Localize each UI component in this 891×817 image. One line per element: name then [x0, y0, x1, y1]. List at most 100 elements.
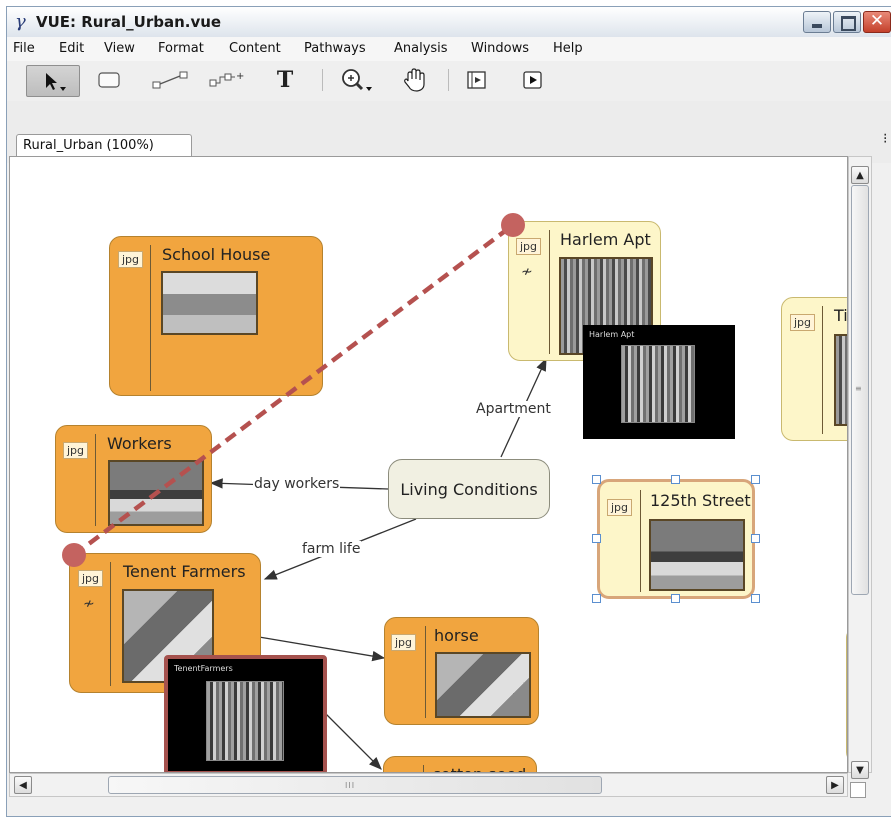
preview-label: Harlem Apt — [589, 330, 635, 339]
link-tool-icon — [152, 71, 188, 89]
window-title: VUE: Rural_Urban.vue — [36, 13, 222, 31]
125th-street-photo — [649, 519, 745, 591]
vue-logo-icon: γ — [15, 11, 26, 32]
jpg-badge: jpg — [63, 442, 89, 459]
selection-handle[interactable] — [751, 475, 760, 484]
node-divider — [549, 230, 550, 354]
link-label-day-workers: day workers — [253, 476, 341, 492]
jpg-badge: jpg — [516, 238, 542, 255]
node-title: cotton seed — [432, 765, 526, 772]
node-divider — [425, 626, 426, 718]
selection-handle[interactable] — [671, 594, 680, 603]
maximize-button[interactable] — [833, 11, 861, 33]
preview-image — [621, 345, 695, 423]
grip-icon: ≡ — [855, 384, 863, 393]
horse-photo — [435, 652, 531, 718]
menu-bar: File Edit View Format Content Pathways A… — [7, 37, 891, 62]
menu-format[interactable]: Format — [158, 41, 204, 56]
menu-windows[interactable]: Windows — [471, 41, 529, 56]
horizontal-scrollbar[interactable]: ◀ III ▶ — [9, 773, 848, 797]
menu-content[interactable]: Content — [229, 41, 281, 56]
text-tool-button[interactable]: T — [270, 65, 300, 95]
selection-tool-button[interactable] — [26, 65, 80, 97]
presentation-button[interactable] — [462, 65, 492, 95]
zoom-tool-icon — [342, 69, 372, 91]
preview-image — [206, 681, 284, 761]
selection-handle[interactable] — [592, 475, 601, 484]
selection-handle[interactable] — [751, 534, 760, 543]
node-divider — [110, 562, 111, 686]
play-button[interactable] — [518, 65, 548, 95]
menu-file[interactable]: File — [13, 41, 35, 56]
zoom-tool-button[interactable] — [337, 65, 379, 95]
node-divider — [423, 765, 424, 772]
horizontal-scroll-thumb[interactable]: III — [108, 776, 602, 794]
resize-grip-icon[interactable]: ⁝ — [883, 132, 887, 146]
pan-tool-button[interactable] — [398, 65, 432, 95]
chevron-left-icon: ◀ — [19, 779, 27, 791]
node-title: Workers — [107, 434, 172, 453]
node-title: Harlem Apt — [560, 230, 651, 249]
scroll-down-button[interactable]: ▼ — [851, 761, 869, 779]
vertical-scrollbar[interactable]: ▲ ≡ ▼ — [848, 156, 872, 779]
node-divider — [822, 306, 823, 434]
jpg-badge: jpg — [607, 499, 633, 516]
workers-photo — [108, 460, 204, 526]
node-title: Tir — [834, 306, 848, 325]
node-cotton-seed[interactable]: jpg cotton seed — [383, 756, 537, 772]
minimize-button[interactable] — [803, 11, 831, 33]
curved-link-tool-icon: + — [209, 71, 244, 87]
toolbar-separator — [322, 69, 323, 91]
harlem-apt-preview[interactable]: Harlem Apt — [583, 325, 735, 439]
scroll-right-button[interactable]: ▶ — [826, 776, 844, 794]
node-workers[interactable]: jpg Workers — [55, 425, 212, 533]
vertical-scroll-thumb[interactable]: ≡ — [851, 185, 869, 595]
menu-analysis[interactable]: Analysis — [394, 41, 448, 56]
node-125th-street[interactable]: jpg 125th Street — [597, 479, 755, 599]
node-tir-partial[interactable]: jpg Tir — [781, 297, 848, 441]
selection-arrow-icon — [46, 73, 66, 91]
selection-handle[interactable] — [592, 534, 601, 543]
node-title: horse — [434, 626, 479, 645]
scroll-corner — [850, 782, 866, 798]
map-canvas[interactable]: jpg School House jpg ≁ Harlem Apt Harlem… — [9, 156, 848, 773]
menu-help[interactable]: Help — [553, 41, 583, 56]
node-title: School House — [162, 245, 271, 264]
toolbar: + T — [7, 61, 891, 102]
close-icon: ✕ — [869, 11, 885, 31]
play-icon — [523, 71, 542, 89]
selection-handle[interactable] — [592, 594, 601, 603]
node-school-house[interactable]: jpg School House — [109, 236, 323, 396]
maximize-icon — [841, 16, 856, 31]
close-button[interactable]: ✕ — [863, 11, 891, 33]
chevron-right-icon: ▶ — [831, 779, 839, 791]
chevron-down-icon: ▼ — [856, 764, 864, 776]
jpg-badge: jpg — [790, 314, 816, 331]
tab-strip: Rural_Urban (100%) ⁝ — [7, 101, 891, 163]
node-tool-button[interactable] — [93, 65, 125, 95]
title-bar[interactable]: γ VUE: Rural_Urban.vue ✕ — [7, 7, 891, 37]
presentation-icon — [467, 71, 486, 89]
link-label-apartment: Apartment — [475, 401, 552, 417]
node-divider — [95, 434, 96, 526]
tenent-farmers-preview[interactable]: TenentFarmers — [164, 655, 327, 772]
tir-photo — [834, 334, 847, 426]
curved-link-tool-button[interactable]: + — [206, 65, 246, 95]
selection-handle[interactable] — [671, 475, 680, 484]
node-horse[interactable]: jpg horse — [384, 617, 539, 725]
scroll-up-button[interactable]: ▲ — [851, 166, 869, 184]
node-living-conditions[interactable]: Living Conditions — [388, 459, 550, 519]
text-tool-icon: T — [276, 67, 294, 93]
pan-hand-icon — [404, 68, 425, 92]
scroll-left-button[interactable]: ◀ — [14, 776, 32, 794]
link-tool-button[interactable] — [150, 65, 192, 95]
pathway-icon: ≁ — [83, 596, 95, 612]
jpg-badge: jpg — [391, 634, 417, 651]
selection-handle[interactable] — [751, 594, 760, 603]
menu-pathways[interactable]: Pathways — [304, 41, 366, 56]
svg-text:+: + — [236, 71, 244, 82]
menu-edit[interactable]: Edit — [59, 41, 84, 56]
link-label-farm-life: farm life — [301, 541, 362, 557]
menu-view[interactable]: View — [104, 41, 135, 56]
node-title: Tenent Farmers — [123, 562, 246, 581]
